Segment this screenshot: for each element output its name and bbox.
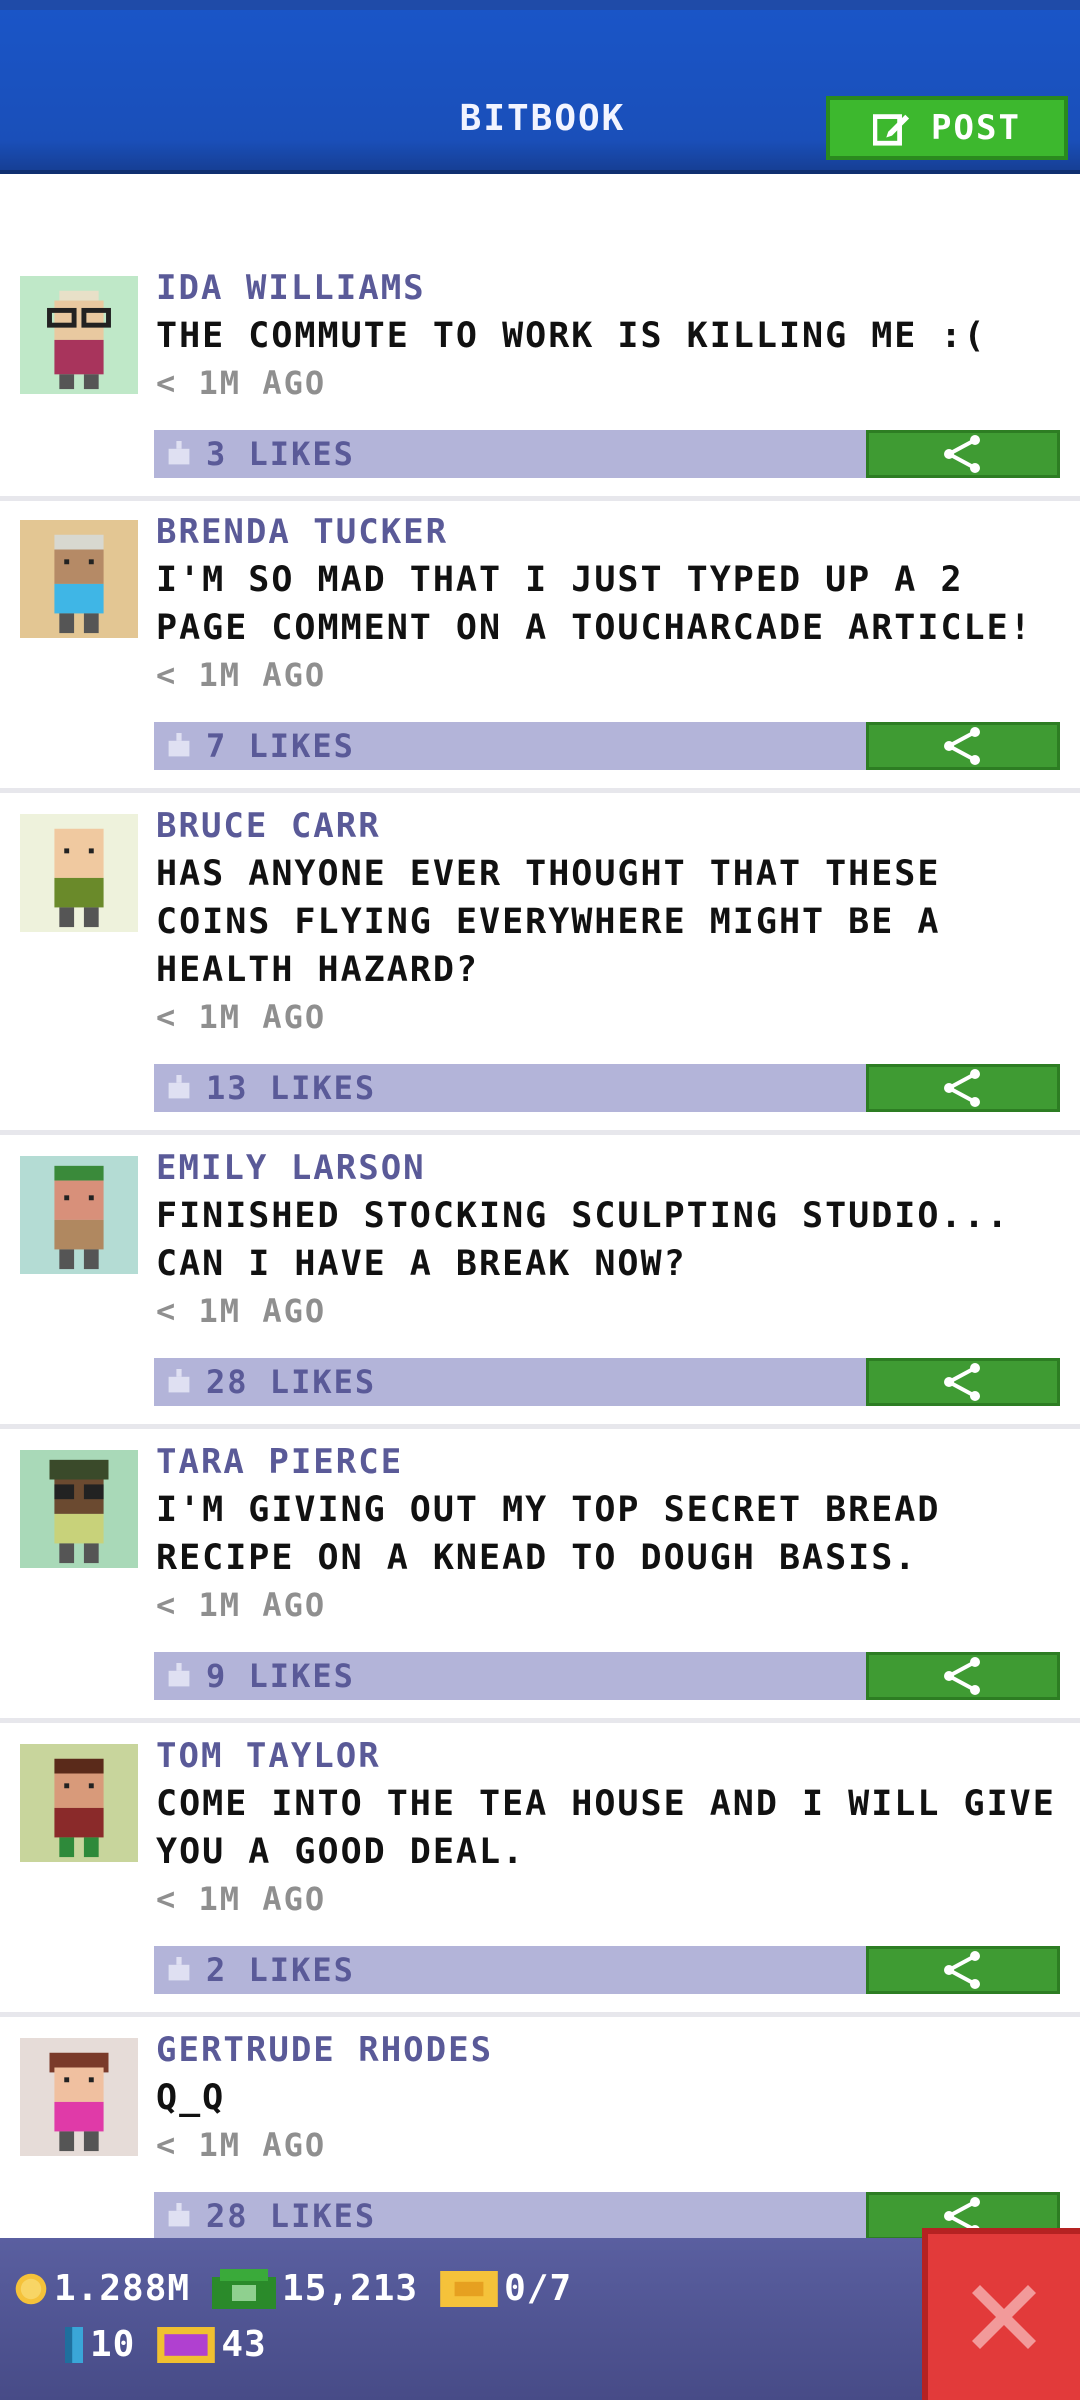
post-time: < 1M AGO — [156, 1586, 327, 1624]
compose-icon — [873, 114, 910, 146]
tickets-value: 0/7 — [504, 2268, 573, 2309]
like-count: 13 LIKES — [206, 1069, 377, 1107]
avatar[interactable] — [20, 814, 138, 932]
ticket-icon — [440, 2270, 498, 2307]
post-divider — [0, 496, 1080, 501]
post-author[interactable]: TOM TAYLOR — [156, 1736, 381, 1776]
like-count: 28 LIKES — [206, 2197, 377, 2235]
share-icon — [944, 1069, 980, 1107]
post-divider — [0, 1424, 1080, 1429]
post-time: < 1M AGO — [156, 998, 327, 1036]
close-icon — [972, 2285, 1036, 2349]
like-count: 7 LIKES — [206, 727, 355, 765]
post-divider — [0, 2012, 1080, 2017]
like-button[interactable]: 2 LIKES — [154, 1946, 866, 1994]
like-count: 28 LIKES — [206, 1363, 377, 1401]
avatar[interactable] — [20, 1744, 138, 1862]
share-button[interactable] — [866, 1358, 1060, 1406]
share-button[interactable] — [866, 430, 1060, 478]
avatar-image — [20, 814, 138, 932]
coins-value: 1.288M — [54, 2268, 191, 2309]
bits-value: 10 — [90, 2324, 136, 2365]
post-text: COME INTO THE TEA HOUSE AND I WILL GIVE … — [156, 1784, 1056, 1872]
share-button[interactable] — [866, 1064, 1060, 1112]
post-author[interactable]: GERTRUDE RHODES — [156, 2030, 493, 2070]
thumbs-up-icon — [168, 1957, 190, 1981]
share-icon — [944, 1363, 980, 1401]
bux-icon — [157, 2326, 216, 2363]
like-button[interactable]: 9 LIKES — [154, 1652, 866, 1700]
avatar-image — [20, 2038, 138, 2156]
coin-icon — [15, 2273, 47, 2304]
app-header: BITBOOK POST — [0, 0, 1080, 174]
post-text: THE COMMUTE TO WORK IS KILLING ME :( — [156, 316, 987, 356]
bits-stat[interactable]: 10 — [64, 2324, 135, 2365]
bux-stat[interactable]: 43 — [157, 2324, 266, 2365]
post-text: HAS ANYONE EVER THOUGHT THAT THESE COINS… — [156, 854, 941, 990]
like-button[interactable]: 3 LIKES — [154, 430, 866, 478]
avatar-image — [20, 1744, 138, 1862]
coins-stat[interactable]: 1.288M — [14, 2268, 190, 2309]
share-button[interactable] — [866, 1946, 1060, 1994]
post-author[interactable]: BRUCE CARR — [156, 806, 381, 846]
like-button[interactable]: 28 LIKES — [154, 1358, 866, 1406]
share-button[interactable] — [866, 722, 1060, 770]
tickets-stat[interactable]: 0/7 — [440, 2268, 572, 2309]
post-author[interactable]: TARA PIERCE — [156, 1442, 403, 1482]
post-time: < 1M AGO — [156, 2126, 327, 2164]
avatar[interactable] — [20, 1156, 138, 1274]
like-count: 9 LIKES — [206, 1657, 355, 1695]
post-time: < 1M AGO — [156, 656, 327, 694]
like-button[interactable]: 13 LIKES — [154, 1064, 866, 1112]
avatar-image — [20, 520, 138, 638]
share-icon — [944, 1657, 980, 1695]
cash-stat[interactable]: 15,213 — [212, 2268, 418, 2309]
post-button-label: POST — [931, 108, 1021, 148]
post-divider — [0, 1718, 1080, 1723]
avatar[interactable] — [20, 1450, 138, 1568]
thumbs-up-icon — [168, 1369, 190, 1393]
bit-icon — [65, 2326, 83, 2363]
post-text: I'M SO MAD THAT I JUST TYPED UP A 2 PAGE… — [156, 560, 1033, 648]
close-button[interactable] — [922, 2228, 1080, 2400]
avatar-image — [20, 276, 138, 394]
thumbs-up-icon — [168, 2203, 190, 2227]
share-icon — [944, 727, 980, 765]
post-text: FINISHED STOCKING SCULPTING STUDIO... CA… — [156, 1196, 1010, 1284]
share-icon — [944, 435, 980, 473]
thumbs-up-icon — [168, 441, 190, 465]
avatar[interactable] — [20, 2038, 138, 2156]
cash-value: 15,213 — [282, 2268, 419, 2309]
like-button[interactable]: 7 LIKES — [154, 722, 866, 770]
post-author[interactable]: BRENDA TUCKER — [156, 512, 448, 552]
post-author[interactable]: EMILY LARSON — [156, 1148, 426, 1188]
avatar[interactable] — [20, 276, 138, 394]
bux-value: 43 — [221, 2324, 267, 2365]
post-time: < 1M AGO — [156, 1292, 327, 1330]
share-icon — [944, 1951, 980, 1989]
avatar-image — [20, 1156, 138, 1274]
post-author[interactable]: IDA WILLIAMS — [156, 268, 426, 308]
resource-bar: 1.288M 15,213 0/7 10 43 — [0, 2238, 1080, 2400]
post-time: < 1M AGO — [156, 1880, 327, 1918]
post-time: < 1M AGO — [156, 364, 327, 402]
thumbs-up-icon — [168, 1075, 190, 1099]
resource-row-bottom: 10 43 — [64, 2324, 289, 2365]
like-count: 2 LIKES — [206, 1951, 355, 1989]
post-text: I'M GIVING OUT MY TOP SECRET BREAD RECIP… — [156, 1490, 941, 1578]
post-divider — [0, 788, 1080, 793]
resource-row-top: 1.288M 15,213 0/7 — [14, 2268, 594, 2309]
like-button[interactable]: 28 LIKES — [154, 2192, 866, 2240]
cash-icon — [212, 2268, 277, 2309]
thumbs-up-icon — [168, 733, 190, 757]
avatar-image — [20, 1450, 138, 1568]
share-button[interactable] — [866, 1652, 1060, 1700]
like-count: 3 LIKES — [206, 435, 355, 473]
post-button[interactable]: POST — [826, 96, 1068, 160]
post-text: Q_Q — [156, 2078, 226, 2118]
avatar[interactable] — [20, 520, 138, 638]
post-divider — [0, 1130, 1080, 1135]
thumbs-up-icon — [168, 1663, 190, 1687]
